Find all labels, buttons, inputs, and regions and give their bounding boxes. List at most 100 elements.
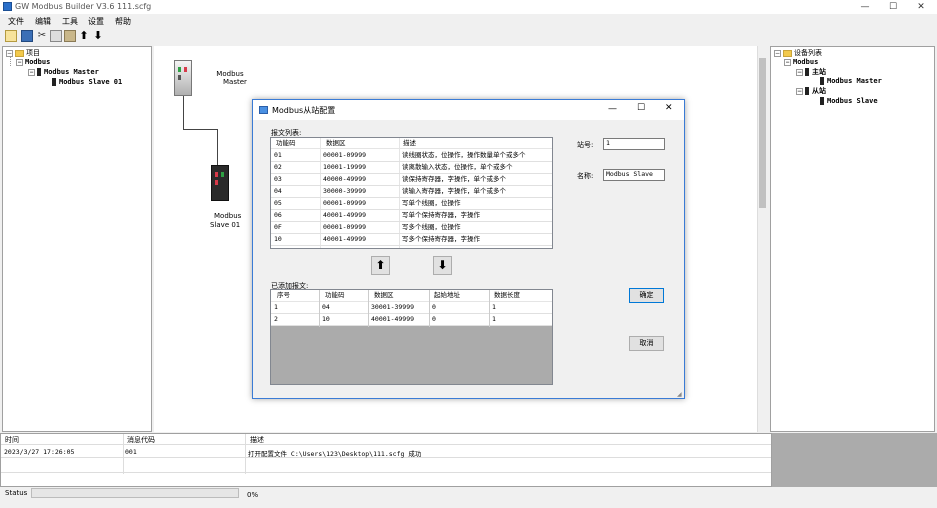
table-row[interactable]: 06 40001-49999 写单个保持寄存器，字操作 [271, 210, 552, 222]
menu-settings[interactable]: 设置 [88, 16, 104, 27]
column-header[interactable]: 数据长度 [494, 290, 520, 301]
copy-icon[interactable] [50, 30, 62, 42]
upload-icon[interactable]: ⬆ [78, 30, 90, 42]
table-row[interactable]: 0F 00001-09999 写多个线圈，位操作 [271, 222, 552, 234]
column-header[interactable]: 数据区 [374, 290, 394, 301]
name-input[interactable]: Modbus Slave [603, 169, 665, 181]
tree-item-device-list[interactable]: − 设备列表 [774, 49, 822, 58]
collapse-icon[interactable]: − [6, 49, 13, 57]
table-row[interactable]: 01 00001-09999 读线圈状态，位操作，操作数量单个或多个 [271, 150, 552, 162]
connection-line [183, 129, 217, 130]
move-up-button[interactable]: ⬆ [371, 256, 390, 275]
arrow-down-icon: ⬇ [437, 258, 448, 272]
toolbar: ✂ ⬆ ⬇ [0, 28, 937, 45]
close-button[interactable]: ✕ [914, 1, 928, 13]
arrow-up-icon: ⬆ [375, 258, 386, 272]
column-header[interactable]: 功能码 [325, 290, 345, 301]
column-header[interactable]: 起始地址 [434, 290, 460, 301]
column-header[interactable]: 数据区 [326, 138, 346, 149]
folder-icon [783, 49, 792, 57]
tree-item-slave[interactable]: Modbus Slave 01 [52, 78, 122, 87]
device-icon [820, 97, 824, 105]
status-label: Status [5, 489, 28, 497]
tree-item-project[interactable]: − 项目 [6, 49, 40, 58]
progress-text: 0% [247, 491, 259, 499]
menu-bar: 文件 编辑 工具 设置 帮助 [0, 14, 937, 28]
column-header[interactable]: 时间 [5, 435, 19, 445]
column-header[interactable]: 序号 [277, 290, 290, 301]
message-list-table[interactable]: 功能码 数据区 描述 01 00001-09999 读线圈状态，位操作，操作数量… [270, 137, 553, 249]
added-messages-table[interactable]: 序号 功能码 数据区 起始地址 数据长度 1 04 30001-39999 0 … [270, 289, 553, 385]
cancel-button[interactable]: 取消 [629, 336, 664, 351]
title-bar: GW Modbus Builder V3.6 111.scfg — ☐ ✕ [0, 0, 937, 14]
table-row[interactable]: 03 40000-49999 读保持寄存器，字操作，单个或多个 [271, 174, 552, 186]
dialog-icon [259, 106, 268, 114]
device-icon [52, 78, 56, 86]
collapse-icon[interactable]: − [16, 58, 23, 66]
download-icon[interactable]: ⬇ [92, 30, 104, 42]
master-device-icon[interactable] [174, 60, 192, 96]
tree-item-slave-group[interactable]: − 从站 [796, 87, 826, 96]
scrollbar-thumb[interactable] [759, 58, 766, 208]
maximize-button[interactable]: ☐ [886, 1, 900, 13]
column-header[interactable]: 描述 [403, 138, 416, 149]
progress-bar [31, 488, 239, 498]
column-header[interactable]: 消息代码 [127, 435, 155, 445]
table-header: 功能码 数据区 描述 [271, 138, 552, 149]
table-row[interactable]: 10 40001-49999 写多个保持寄存器，字操作 [271, 234, 552, 246]
window-title: GW Modbus Builder V3.6 111.scfg [15, 2, 152, 11]
folder-icon [15, 49, 24, 57]
collapse-icon[interactable]: − [796, 87, 803, 95]
table-row[interactable]: 2 10 40001-49999 0 1 [271, 314, 552, 326]
status-bar: Status 0% [0, 487, 937, 508]
connection-line [217, 129, 218, 165]
tree-item-master[interactable]: Modbus Master [820, 77, 882, 86]
collapse-icon[interactable]: − [796, 68, 803, 76]
table-row[interactable]: 1 04 30001-39999 0 1 [271, 302, 552, 314]
menu-file[interactable]: 文件 [8, 16, 24, 27]
modbus-slave-config-dialog: Modbus从站配置 — ☐ ✕ 报文列表: 功能码 数据区 描述 01 000… [252, 99, 685, 399]
ok-button[interactable]: 确定 [629, 288, 664, 303]
tree-item-master-group[interactable]: − 主站 [796, 68, 826, 77]
dialog-title-bar: Modbus从站配置 — ☐ ✕ [253, 100, 684, 120]
new-icon[interactable] [5, 30, 17, 42]
move-down-button[interactable]: ⬇ [433, 256, 452, 275]
slave-device-icon[interactable] [211, 165, 229, 201]
paste-icon[interactable] [64, 30, 76, 42]
dialog-maximize-button[interactable]: ☐ [637, 103, 645, 113]
app-icon [3, 2, 12, 11]
tree-item-slave[interactable]: Modbus Slave [820, 97, 878, 106]
column-header[interactable]: 功能码 [276, 138, 296, 149]
cut-icon[interactable]: ✂ [36, 30, 48, 42]
device-icon [805, 87, 809, 95]
minimize-button[interactable]: — [858, 1, 872, 13]
project-tree-panel: − 项目 − Modbus − Modbus Master Modbus Slave … [2, 46, 152, 432]
collapse-icon[interactable]: − [784, 58, 791, 66]
device-list-panel: − 设备列表 − Modbus − 主站 Modbus Master − 从站 Modb… [770, 46, 935, 432]
tree-item-master[interactable]: − Modbus Master [28, 68, 99, 77]
station-label: 站号: [577, 141, 594, 149]
menu-edit[interactable]: 编辑 [35, 16, 51, 27]
column-header[interactable]: 描述 [250, 435, 264, 445]
connection-line [183, 96, 184, 129]
table-row[interactable]: 05 00001-09999 写单个线圈，位操作 [271, 198, 552, 210]
name-label: 名称: [577, 172, 594, 180]
message-log-panel: 时间 消息代码 描述 2023/3/27 17:26:05 001 打开配置文件… [0, 433, 772, 487]
resize-grip-icon[interactable]: ◢ [677, 391, 682, 398]
collapse-icon[interactable]: − [28, 68, 35, 76]
dialog-minimize-button[interactable]: — [608, 104, 617, 114]
log-row[interactable]: 2023/3/27 17:26:05 001 打开配置文件 C:\Users\1… [1, 446, 771, 458]
save-icon[interactable] [21, 30, 33, 42]
station-input[interactable]: 1 [603, 138, 665, 150]
tree-item-modbus[interactable]: − Modbus [16, 58, 50, 67]
table-row[interactable]: 04 30000-39999 读输入寄存器，字操作，单个或多个 [271, 186, 552, 198]
collapse-icon[interactable]: − [774, 49, 781, 57]
device-icon [805, 68, 809, 76]
dialog-close-button[interactable]: ✕ [665, 103, 673, 113]
tree-item-modbus[interactable]: − Modbus [784, 58, 818, 67]
menu-tools[interactable]: 工具 [62, 16, 78, 27]
menu-help[interactable]: 帮助 [115, 16, 131, 27]
canvas-scrollbar[interactable] [757, 46, 767, 432]
table-row[interactable]: 02 10001-19999 读离散输入状态，位操作，单个或多个 [271, 162, 552, 174]
table-header: 序号 功能码 数据区 起始地址 数据长度 [271, 290, 552, 302]
